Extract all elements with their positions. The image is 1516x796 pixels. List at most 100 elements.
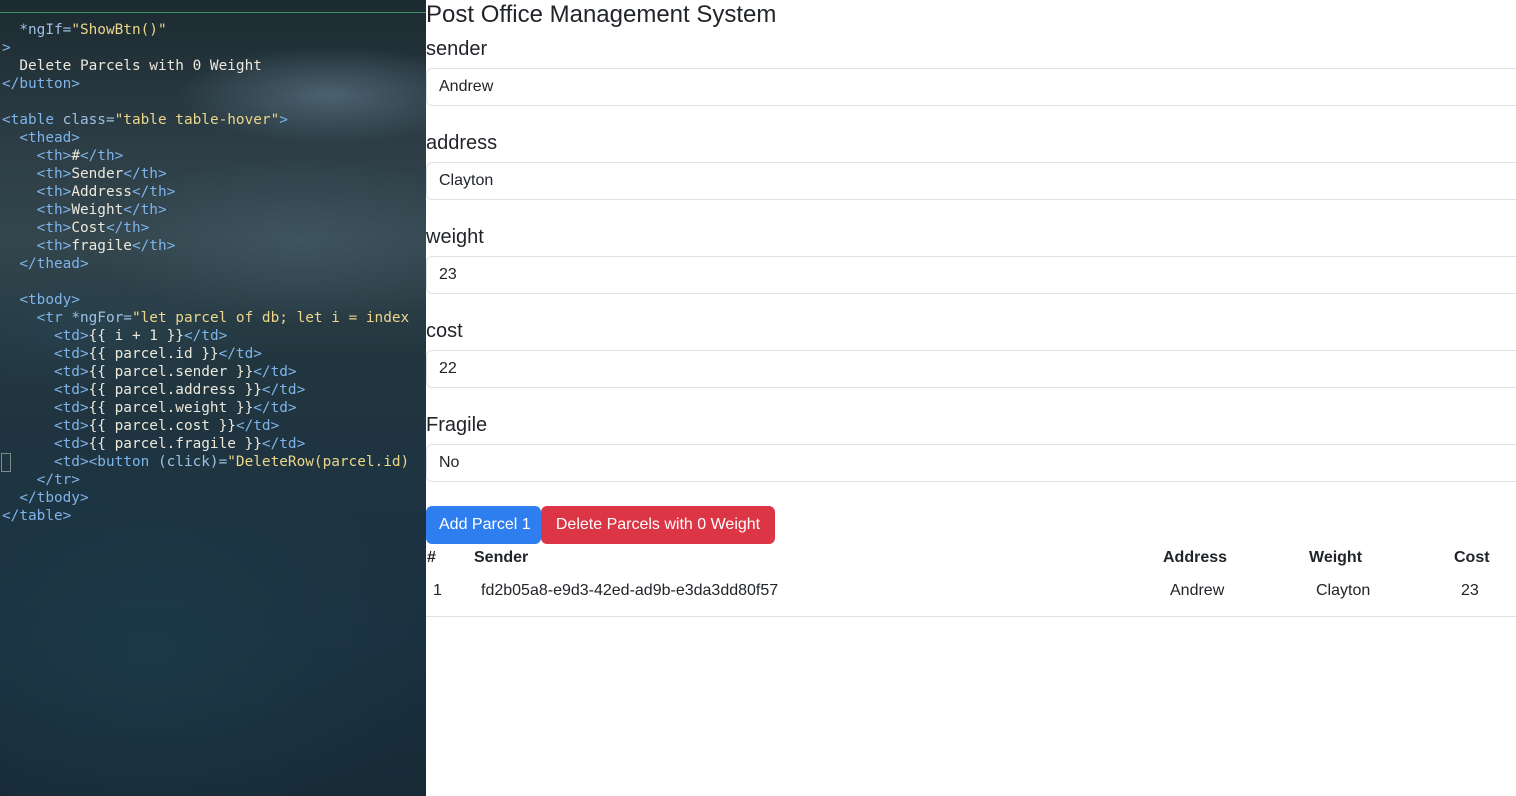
post-office-app: Post Office Management System sender add… bbox=[426, 0, 1516, 796]
code-token: <td> bbox=[2, 418, 89, 434]
code-token: Address bbox=[71, 184, 132, 200]
code-line: <td>{{ i + 1 }}</td> bbox=[2, 327, 426, 345]
weight-label: weight bbox=[426, 226, 484, 248]
code-token: </td> bbox=[218, 346, 262, 362]
code-token: > bbox=[279, 112, 288, 128]
delete-zero-weight-button[interactable]: Delete Parcels with 0 Weight bbox=[541, 506, 775, 544]
code-line: <thead> bbox=[2, 129, 426, 147]
address-input[interactable] bbox=[426, 162, 1516, 200]
code-token: (click)= bbox=[157, 454, 228, 470]
code-token: </th> bbox=[123, 166, 167, 182]
sender-input[interactable] bbox=[426, 68, 1516, 106]
code-token: <td> bbox=[2, 382, 89, 398]
code-token: <td> bbox=[2, 364, 89, 380]
column-header-address: Address bbox=[1163, 549, 1228, 566]
code-line: </tbody> bbox=[2, 489, 426, 507]
code-line: <th>#</th> bbox=[2, 147, 426, 165]
code-token: "let parcel of db; let i = index bbox=[131, 310, 410, 326]
code-token: "DeleteRow(parcel.id) bbox=[227, 454, 410, 470]
column-header-number: # bbox=[427, 549, 436, 566]
code-token: <td> bbox=[2, 400, 89, 416]
code-token: {{ parcel.weight }} bbox=[88, 400, 254, 416]
code-token: {{ parcel.address }} bbox=[88, 382, 262, 398]
code-token: </thead> bbox=[2, 256, 89, 272]
code-token: *ngIf= bbox=[2, 22, 72, 38]
code-line: <table class="table table-hover"> bbox=[2, 111, 426, 129]
cost-input[interactable] bbox=[426, 350, 1516, 388]
code-token: {{ i + 1 }} bbox=[88, 328, 184, 344]
add-parcel-button[interactable]: Add Parcel 1 bbox=[426, 506, 541, 544]
code-token: <td> bbox=[2, 328, 89, 344]
code-listing[interactable]: *ngIf="ShowBtn()" > Delete Parcels with 0… bbox=[2, 21, 426, 525]
column-header-cost: Cost bbox=[1454, 549, 1490, 566]
cell-weight: Clayton bbox=[1316, 582, 1371, 599]
fragile-label: Fragile bbox=[426, 414, 488, 436]
code-token: </td> bbox=[261, 382, 306, 398]
cell-sender: fd2b05a8-e9d3-42ed-ad9b-e3da3dd80f57 bbox=[481, 582, 779, 599]
code-token: <th> bbox=[2, 238, 72, 254]
code-token: </td> bbox=[253, 364, 297, 380]
code-line: <tbody> bbox=[2, 291, 426, 309]
fragile-input[interactable] bbox=[426, 444, 1516, 482]
editor-top-divider bbox=[0, 12, 426, 13]
code-line: <td><button (click)="DeleteRow(parcel.id… bbox=[2, 453, 426, 471]
code-token: </th> bbox=[79, 148, 124, 164]
sender-label: sender bbox=[426, 38, 488, 60]
code-line: <td>{{ parcel.fragile }}</td> bbox=[2, 435, 426, 453]
page-title: Post Office Management System bbox=[426, 1, 777, 28]
cell-cost: 23 bbox=[1461, 582, 1479, 599]
code-token: </table> bbox=[2, 508, 72, 524]
column-header-weight: Weight bbox=[1309, 549, 1363, 566]
code-line: <tr *ngFor="let parcel of db; let i = in… bbox=[2, 309, 426, 327]
code-token: # bbox=[71, 148, 80, 164]
code-token: </th> bbox=[105, 220, 150, 236]
code-line: <th>fragile</th> bbox=[2, 237, 426, 255]
code-line: <th>Sender</th> bbox=[2, 165, 426, 183]
code-token: {{ parcel.sender }} bbox=[88, 364, 254, 380]
code-token: <td> bbox=[2, 346, 89, 362]
code-token: </th> bbox=[131, 238, 176, 254]
table-row[interactable]: 1 fd2b05a8-e9d3-42ed-ad9b-e3da3dd80f57 A… bbox=[426, 571, 1516, 617]
column-header-sender: Sender bbox=[474, 549, 529, 566]
code-token: Weight bbox=[71, 202, 124, 218]
code-token: {{ parcel.fragile }} bbox=[88, 436, 262, 452]
code-line: <td>{{ parcel.address }}</td> bbox=[2, 381, 426, 399]
code-token: Sender bbox=[71, 166, 124, 182]
code-line: *ngIf="ShowBtn()" bbox=[2, 21, 426, 39]
code-token: <thead> bbox=[2, 130, 80, 146]
code-token: <td> bbox=[2, 436, 89, 452]
code-line: <td>{{ parcel.cost }}</td> bbox=[2, 417, 426, 435]
code-token: > bbox=[2, 40, 11, 56]
code-line: Delete Parcels with 0 Weight bbox=[2, 57, 426, 75]
code-token: </td> bbox=[253, 400, 297, 416]
code-token: </td> bbox=[235, 418, 280, 434]
code-token: </th> bbox=[123, 202, 167, 218]
cell-number: 1 bbox=[433, 582, 442, 599]
code-token: <th> bbox=[2, 166, 72, 182]
code-token: </tbody> bbox=[2, 490, 89, 506]
code-token: </button> bbox=[2, 76, 80, 92]
code-line: <td>{{ parcel.sender }}</td> bbox=[2, 363, 426, 381]
code-editor-pane: *ngIf="ShowBtn()" > Delete Parcels with 0… bbox=[0, 0, 426, 796]
code-token: class= bbox=[62, 112, 115, 128]
code-token: <th> bbox=[2, 148, 72, 164]
code-line: <td>{{ parcel.weight }}</td> bbox=[2, 399, 426, 417]
code-line: </tr> bbox=[2, 471, 426, 489]
code-token: <tr bbox=[2, 310, 72, 326]
code-token: <th> bbox=[2, 202, 72, 218]
code-token: <th> bbox=[2, 184, 72, 200]
code-token: <table bbox=[2, 112, 63, 128]
address-label: address bbox=[426, 132, 498, 154]
code-token: *ngFor= bbox=[71, 310, 132, 326]
code-token: {{ parcel.id }} bbox=[88, 346, 219, 362]
cost-label: cost bbox=[426, 320, 463, 342]
cell-address: Andrew bbox=[1170, 582, 1225, 599]
weight-input[interactable] bbox=[426, 256, 1516, 294]
code-token: Cost bbox=[71, 220, 106, 236]
code-token: "table table-hover" bbox=[114, 112, 280, 128]
code-token: </td> bbox=[261, 436, 306, 452]
code-line: </thead> bbox=[2, 255, 426, 273]
code-line: <td>{{ parcel.id }}</td> bbox=[2, 345, 426, 363]
